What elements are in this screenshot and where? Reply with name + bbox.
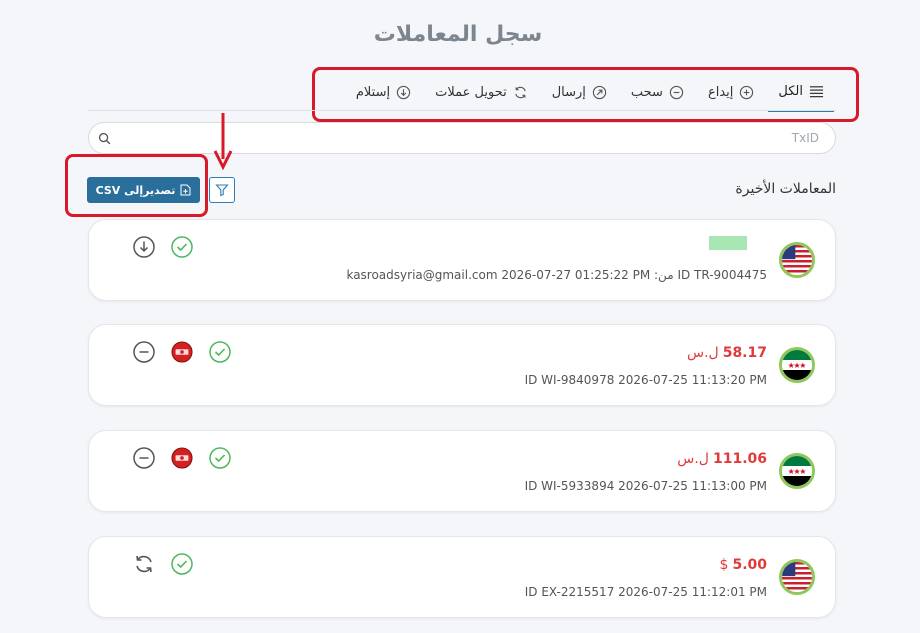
- amount-value: 5.00: [732, 557, 767, 573]
- us-flag-icon: [779, 242, 815, 278]
- transaction-icons: [133, 341, 231, 363]
- transaction-card[interactable]: ID TR-9004475 من: kasroadsyria@gmail.com…: [88, 219, 836, 301]
- tab-label: إرسال: [551, 84, 586, 100]
- amount-value: 58.17: [722, 345, 767, 361]
- download-circle-icon: [133, 236, 155, 258]
- transaction-amount: ل.س 111.06: [677, 451, 767, 467]
- tab-label: تحويل عملات: [435, 84, 507, 100]
- divider: [88, 110, 836, 111]
- amount-value: 111.06: [712, 451, 767, 467]
- transaction-icons: [133, 447, 231, 469]
- tab-deposit[interactable]: إيداع: [698, 72, 764, 112]
- currency: ل.س: [677, 451, 709, 467]
- tab-withdraw[interactable]: سحب: [621, 72, 694, 112]
- currency: ل.س: [686, 345, 719, 361]
- syria-flag-icon: [779, 347, 815, 383]
- tab-receive[interactable]: إستلام: [346, 72, 421, 112]
- transaction-card[interactable]: ل.س 58.17 ID WI-9840978 2026-07-25 11:13…: [88, 324, 836, 406]
- tab-label: إيداع: [707, 84, 734, 100]
- syria-flag-icon: [779, 453, 815, 489]
- minus-circle-icon: [133, 341, 155, 363]
- tab-label: الكل: [778, 83, 803, 99]
- filter-button[interactable]: [209, 177, 235, 203]
- us-flag-icon: [779, 559, 815, 595]
- download-circle-icon: [396, 85, 411, 99]
- tab-label: إستلام: [355, 84, 391, 100]
- withdrawal-sticker-icon: [171, 341, 193, 363]
- tab-label: سحب: [630, 84, 663, 100]
- minus-circle-icon: [669, 85, 684, 99]
- export-label: تصديرإلى CSV: [95, 183, 176, 197]
- transaction-meta: ID WI-5933894 2026-07-25 11:13:00 PM: [524, 479, 767, 493]
- filter-tabs: الكل إيداع سحب إرسال تحويل عملات إستلام: [316, 70, 846, 114]
- check-circle-icon: [171, 553, 193, 575]
- transaction-icons: [133, 553, 193, 575]
- plus-circle-icon: [740, 85, 754, 99]
- check-circle-icon: [209, 447, 231, 469]
- send-arrow-icon: [592, 85, 607, 99]
- export-csv-button[interactable]: تصديرإلى CSV: [87, 177, 200, 203]
- transaction-amount: ل.س 58.17: [687, 345, 767, 361]
- transaction-amount: $ 5.00: [720, 557, 767, 573]
- filter-icon: [215, 184, 229, 197]
- transaction-card[interactable]: $ 5.00 ID EX-2215517 2026-07-25 11:12:01…: [88, 536, 836, 618]
- page-title: سجل المعاملات: [373, 22, 543, 47]
- transaction-card[interactable]: ل.س 111.06 ID WI-5933894 2026-07-25 11:1…: [88, 430, 836, 512]
- tab-send[interactable]: إرسال: [542, 72, 617, 112]
- refresh-icon: [514, 86, 526, 98]
- check-circle-icon: [209, 341, 231, 363]
- annotation-arrow-icon: [213, 113, 233, 171]
- withdrawal-sticker-icon: [171, 447, 193, 469]
- list-icon: [809, 85, 824, 97]
- file-plus-icon: [180, 184, 191, 196]
- search-icon: [98, 132, 111, 145]
- currency: $: [719, 557, 729, 573]
- transaction-meta: ID WI-9840978 2026-07-25 11:13:20 PM: [524, 373, 767, 387]
- minus-circle-icon: [133, 447, 155, 469]
- check-circle-icon: [171, 236, 193, 258]
- search-box: [88, 122, 836, 154]
- transaction-meta: ID TR-9004475 من: kasroadsyria@gmail.com…: [346, 268, 767, 282]
- transaction-icons: [133, 236, 193, 258]
- transaction-meta: ID EX-2215517 2026-07-25 11:12:01 PM: [524, 585, 767, 599]
- section-title: المعاملات الأخيرة: [735, 181, 836, 197]
- amount-placeholder: [709, 236, 747, 250]
- tab-exchange[interactable]: تحويل عملات: [425, 72, 538, 112]
- refresh-icon: [136, 555, 152, 573]
- tab-all[interactable]: الكل: [768, 72, 834, 112]
